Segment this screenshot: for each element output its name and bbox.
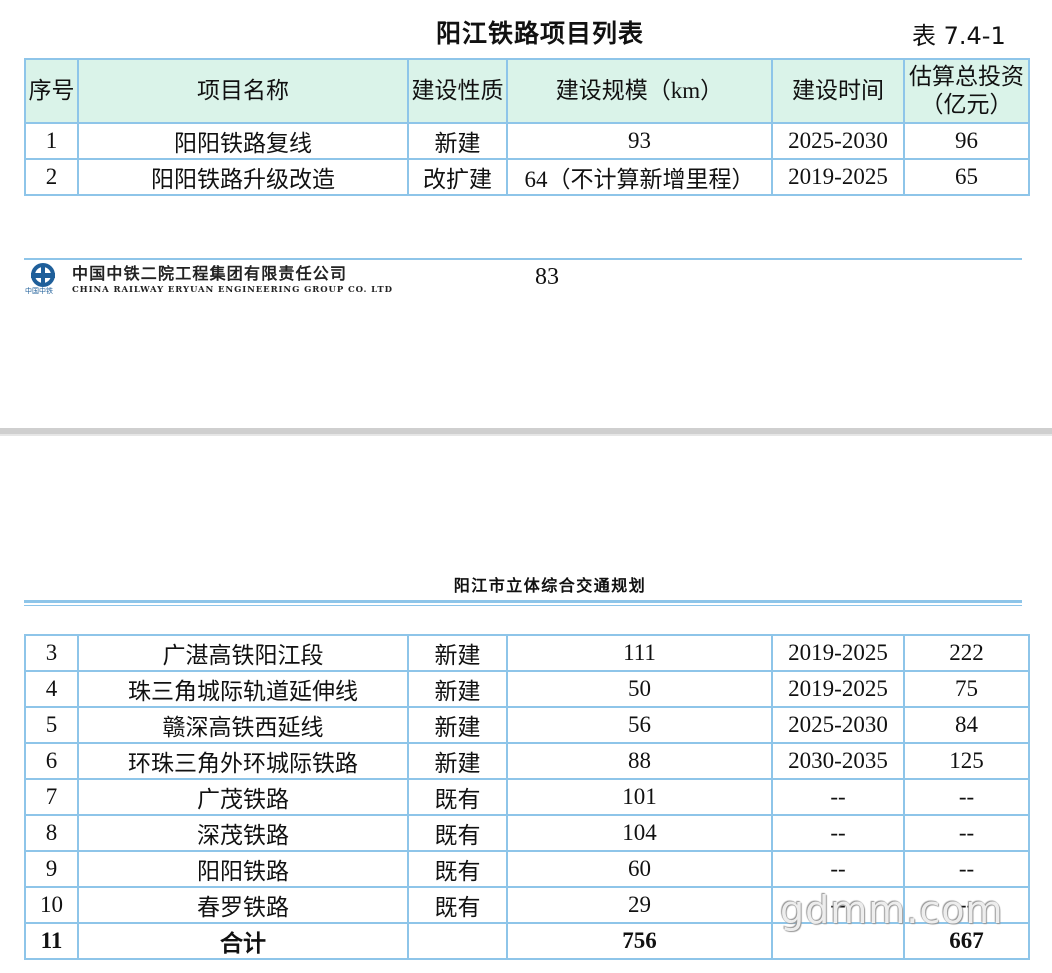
cell-investment: 96	[903, 122, 1030, 160]
cell-scale: 56	[506, 706, 773, 744]
cell-total-label: 合计	[77, 922, 409, 960]
cell-investment: 125	[903, 742, 1030, 780]
cell-project-name: 广茂铁路	[77, 778, 409, 816]
cell-construction-type: 改扩建	[407, 158, 508, 196]
cell-period: 2019-2025	[771, 634, 905, 672]
table-row: 6 环珠三角外环城际铁路 新建 88 2030-2035 125	[24, 742, 1030, 780]
header-investment-line2: （亿元）	[920, 92, 1013, 117]
project-table-top: 序号 项目名称 建设性质 建设规模（km） 建设时间 估算总投资 （亿元） 1 …	[24, 58, 1030, 196]
logo-text: 中国中铁	[25, 287, 53, 295]
cell-period: 2019-2025	[771, 158, 905, 196]
cell-construction-type: 新建	[407, 122, 508, 160]
cell-construction-type: 新建	[407, 706, 508, 744]
cell-index: 2	[24, 158, 79, 196]
table-title: 阳江铁路项目列表	[435, 19, 644, 48]
cell-total-scale: 756	[506, 922, 773, 960]
header-investment: 估算总投资 （亿元）	[903, 58, 1030, 124]
cell-scale: 50	[506, 670, 773, 708]
table-row: 2 阳阳铁路升级改造 改扩建 64（不计算新增里程） 2019-2025 65	[24, 158, 1030, 196]
header-rule-thin	[24, 605, 1022, 606]
cell-investment: 222	[903, 634, 1030, 672]
cell-index: 10	[24, 886, 79, 924]
header-rule	[24, 600, 1022, 603]
cell-period: 2030-2035	[771, 742, 905, 780]
cell-index: 3	[24, 634, 79, 672]
cell-project-name: 阳阳铁路复线	[77, 122, 409, 160]
header-investment-line1: 估算总投资	[909, 64, 1024, 89]
page-separator-shadow	[0, 434, 1052, 436]
cell-index: 9	[24, 850, 79, 888]
cell-project-name: 赣深高铁西延线	[77, 706, 409, 744]
watermark: gdmm.com	[780, 888, 1004, 932]
cell-project-name: 阳阳铁路	[77, 850, 409, 888]
cell-investment: --	[903, 814, 1030, 852]
cell-construction-type: 新建	[407, 670, 508, 708]
cell-construction-type: 既有	[407, 850, 508, 888]
header-index: 序号	[24, 58, 79, 124]
cell-index: 8	[24, 814, 79, 852]
cell-index: 11	[24, 922, 79, 960]
cell-scale: 88	[506, 742, 773, 780]
table-row: 1 阳阳铁路复线 新建 93 2025-2030 96	[24, 122, 1030, 160]
cell-scale: 93	[506, 122, 773, 160]
cell-scale: 29	[506, 886, 773, 924]
cell-investment: --	[903, 778, 1030, 816]
table-row: 8 深茂铁路 既有 104 -- --	[24, 814, 1030, 852]
table-row: 4 珠三角城际轨道延伸线 新建 50 2019-2025 75	[24, 670, 1030, 708]
cell-investment: --	[903, 850, 1030, 888]
cell-construction-type: 既有	[407, 886, 508, 924]
cell-index: 4	[24, 670, 79, 708]
cell-project-name: 环珠三角外环城际铁路	[77, 742, 409, 780]
header-scale: 建设规模（km）	[506, 58, 773, 124]
header-project-name: 项目名称	[77, 58, 409, 124]
cell-index: 1	[24, 122, 79, 160]
cell-construction-type: 既有	[407, 814, 508, 852]
table-number: 表 7.4-1	[912, 22, 1006, 50]
cell-project-name: 广湛高铁阳江段	[77, 634, 409, 672]
company-name-en: CHINA RAILWAY ERYUAN ENGINEERING GROUP C…	[72, 285, 393, 295]
cell-scale: 64（不计算新增里程）	[506, 158, 773, 196]
table-row: 9 阳阳铁路 既有 60 -- --	[24, 850, 1030, 888]
cell-investment: 75	[903, 670, 1030, 708]
cell-scale: 60	[506, 850, 773, 888]
cell-construction-type	[407, 922, 508, 960]
cell-period: --	[771, 850, 905, 888]
header-construction-type: 建设性质	[407, 58, 508, 124]
cell-construction-type: 新建	[407, 634, 508, 672]
cell-index: 5	[24, 706, 79, 744]
cell-index: 7	[24, 778, 79, 816]
company-name-cn: 中国中铁二院工程集团有限责任公司	[72, 264, 348, 283]
cell-period: --	[771, 814, 905, 852]
cell-scale: 111	[506, 634, 773, 672]
table-row: 7 广茂铁路 既有 101 -- --	[24, 778, 1030, 816]
cell-investment: 84	[903, 706, 1030, 744]
cell-index: 6	[24, 742, 79, 780]
cell-project-name: 春罗铁路	[77, 886, 409, 924]
cell-period: 2019-2025	[771, 670, 905, 708]
cell-project-name: 珠三角城际轨道延伸线	[77, 670, 409, 708]
table-header-row: 序号 项目名称 建设性质 建设规模（km） 建设时间 估算总投资 （亿元）	[24, 58, 1030, 124]
cell-project-name: 深茂铁路	[77, 814, 409, 852]
page-number: 83	[535, 264, 559, 290]
table-row: 3 广湛高铁阳江段 新建 111 2019-2025 222	[24, 634, 1030, 672]
cell-construction-type: 既有	[407, 778, 508, 816]
cell-scale: 104	[506, 814, 773, 852]
cell-period: --	[771, 778, 905, 816]
cell-period: 2025-2030	[771, 706, 905, 744]
cell-investment: 65	[903, 158, 1030, 196]
header-period: 建设时间	[771, 58, 905, 124]
cell-period: 2025-2030	[771, 122, 905, 160]
table-row: 5 赣深高铁西延线 新建 56 2025-2030 84	[24, 706, 1030, 744]
cell-project-name: 阳阳铁路升级改造	[77, 158, 409, 196]
cell-scale: 101	[506, 778, 773, 816]
cell-construction-type: 新建	[407, 742, 508, 780]
next-page-header: 阳江市立体综合交通规划	[453, 576, 647, 595]
